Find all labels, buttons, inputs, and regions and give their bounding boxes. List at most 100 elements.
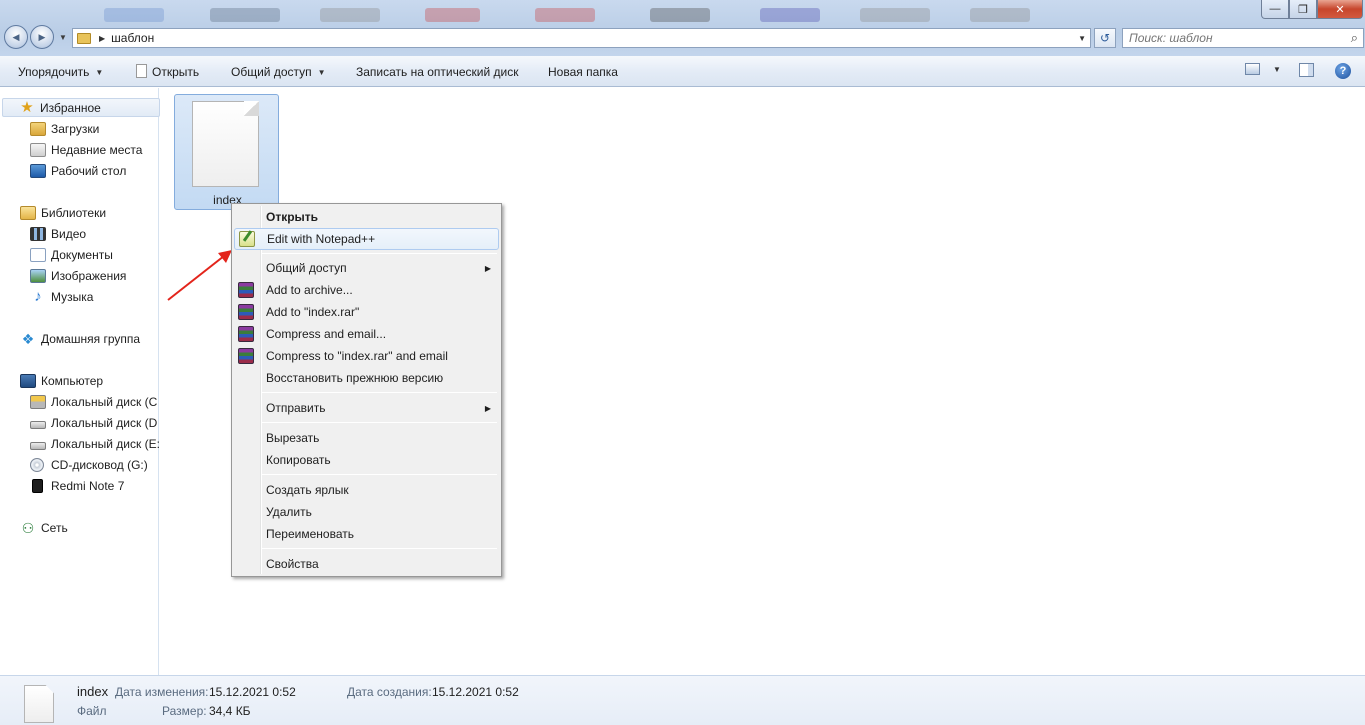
new-folder-button[interactable]: Новая папка — [548, 65, 618, 79]
menu-item-open[interactable]: Открыть — [234, 206, 499, 228]
sidebar-item-label: Избранное — [40, 100, 101, 115]
sidebar-item-libraries[interactable]: Библиотеки — [20, 203, 178, 222]
menu-item-label: Add to "index.rar" — [266, 305, 360, 319]
homegroup-icon: ❖ — [21, 330, 35, 347]
menu-separator — [262, 253, 497, 254]
file-fold-corner — [244, 101, 259, 116]
navigation-pane: ★ Избранное Загрузки Недавние места Рабоч… — [0, 88, 160, 675]
menu-item-compress-rar-email[interactable]: Compress to "index.rar" and email — [234, 345, 499, 367]
menu-item-label: Вырезать — [266, 431, 320, 445]
winrar-icon — [238, 282, 254, 298]
details-size-label: Размер: — [162, 704, 207, 718]
details-created-label: Дата создания: — [347, 685, 432, 699]
burn-disc-button[interactable]: Записать на оптический диск — [356, 65, 519, 79]
desktop-icon — [30, 163, 46, 178]
menu-item-copy[interactable]: Копировать — [234, 449, 499, 471]
sidebar-item-computer[interactable]: Компьютер — [20, 371, 178, 390]
breadcrumb-current-folder[interactable]: шаблон — [111, 31, 154, 45]
menu-item-label: Compress and email... — [266, 327, 387, 341]
menu-item-label: Создать ярлык — [266, 483, 349, 497]
minimize-button[interactable]: — — [1261, 0, 1289, 19]
search-box[interactable]: ⌕ — [1122, 28, 1364, 48]
menu-item-rename[interactable]: Переименовать — [234, 523, 499, 545]
details-file-name: index — [77, 684, 109, 699]
view-icon — [1245, 63, 1260, 75]
navigation-buttons: ◀ ▶ ▼ — [4, 25, 67, 49]
forward-button[interactable]: ▶ — [30, 25, 54, 49]
context-menu: Открыть Edit with Notepad++ Общий доступ… — [231, 203, 502, 577]
menu-item-label: Свойства — [266, 557, 319, 571]
details-modified-value: 15.12.2021 0:52 — [209, 685, 296, 699]
sidebar-item-label: Redmi Note 7 — [51, 478, 125, 493]
menu-separator — [262, 474, 497, 475]
refresh-icon: ↺ — [1099, 31, 1111, 45]
cd-drive-icon — [30, 457, 44, 472]
menu-item-edit-notepadpp[interactable]: Edit with Notepad++ — [234, 228, 499, 250]
help-icon: ? — [1335, 63, 1351, 79]
address-dropdown-icon[interactable]: ▼ — [1078, 34, 1086, 43]
menu-item-label: Отправить — [266, 401, 326, 415]
close-button[interactable]: ✕ — [1317, 0, 1363, 19]
sidebar-item-label: Библиотеки — [41, 205, 107, 220]
submenu-arrow-icon: ▶ — [484, 263, 491, 273]
details-size-value: 34,4 КБ — [209, 704, 251, 718]
sidebar-item-label: Домашняя группа — [41, 331, 141, 346]
details-file-type: Файл — [77, 704, 107, 718]
sidebar-item-homegroup[interactable]: ❖ Домашняя группа — [20, 329, 178, 348]
back-button[interactable]: ◀ — [4, 25, 28, 49]
preview-pane-button[interactable] — [1299, 63, 1314, 77]
menu-item-send-to[interactable]: Отправить ▶ — [234, 397, 499, 419]
video-icon — [30, 226, 46, 241]
breadcrumb-chevron-icon[interactable]: ▶ — [99, 34, 105, 43]
background-taskbar-strip — [60, 0, 1060, 22]
annotation-arrow-icon — [167, 250, 232, 301]
menu-item-cut[interactable]: Вырезать — [234, 427, 499, 449]
menu-item-add-to-archive[interactable]: Add to archive... — [234, 279, 499, 301]
menu-item-label: Удалить — [266, 505, 312, 519]
file-item-index[interactable]: index — [174, 94, 279, 210]
menu-separator — [262, 548, 497, 549]
details-created-value: 15.12.2021 0:52 — [432, 685, 519, 699]
search-icon[interactable]: ⌕ — [1351, 30, 1358, 46]
view-options-button[interactable]: ▼ — [1245, 63, 1281, 75]
menu-item-create-shortcut[interactable]: Создать ярлык — [234, 479, 499, 501]
sidebar-item-label: Локальный диск (C — [51, 394, 158, 409]
open-label: Открыть — [152, 65, 200, 79]
forward-arrow-icon: ▶ — [38, 31, 46, 42]
sidebar-item-label: Компьютер — [41, 373, 104, 388]
winrar-icon — [238, 304, 254, 320]
open-button[interactable]: Открыть — [136, 64, 200, 79]
search-input[interactable] — [1129, 31, 1339, 45]
menu-item-restore-previous[interactable]: Восстановить прежнюю версию — [234, 367, 499, 389]
recent-pages-dropdown[interactable]: ▼ — [59, 33, 67, 42]
sidebar-item-favorites[interactable]: ★ Избранное — [2, 98, 160, 117]
menu-item-properties[interactable]: Свойства — [234, 553, 499, 575]
menu-item-add-to-index-rar[interactable]: Add to "index.rar" — [234, 301, 499, 323]
documents-icon — [30, 247, 46, 262]
sidebar-item-label: CD-дисковод (G:) — [51, 457, 148, 472]
star-icon: ★ — [20, 98, 34, 116]
sidebar-item-label: Локальный диск (E: — [51, 436, 160, 451]
menu-item-compress-email[interactable]: Compress and email... — [234, 323, 499, 345]
share-button[interactable]: Общий доступ ▼ — [231, 65, 326, 79]
menu-item-label: Открыть — [266, 210, 319, 224]
preview-pane-icon — [1299, 63, 1314, 77]
sidebar-item-label: Документы — [51, 247, 113, 262]
help-button[interactable]: ? — [1335, 63, 1351, 79]
system-disk-icon — [30, 394, 46, 409]
maximize-button[interactable]: ❐ — [1289, 0, 1317, 19]
network-icon: ⚇ — [21, 519, 35, 536]
address-bar[interactable]: ▶ шаблон ▼ — [72, 28, 1091, 48]
menu-item-share[interactable]: Общий доступ ▶ — [234, 257, 499, 279]
window-controls: — ❐ ✕ — [1261, 0, 1363, 19]
menu-item-label: Переименовать — [266, 527, 354, 541]
phone-icon — [32, 478, 43, 493]
menu-item-label: Compress to "index.rar" and email — [266, 349, 448, 363]
menu-item-delete[interactable]: Удалить — [234, 501, 499, 523]
refresh-button[interactable]: ↺ — [1094, 28, 1116, 48]
chevron-down-icon[interactable]: ▼ — [1273, 65, 1281, 74]
sidebar-item-network[interactable]: ⚇ Сеть — [20, 518, 178, 537]
organize-button[interactable]: Упорядочить ▼ — [18, 65, 103, 79]
recent-places-icon — [30, 142, 46, 157]
chevron-down-icon: ▼ — [95, 67, 104, 77]
